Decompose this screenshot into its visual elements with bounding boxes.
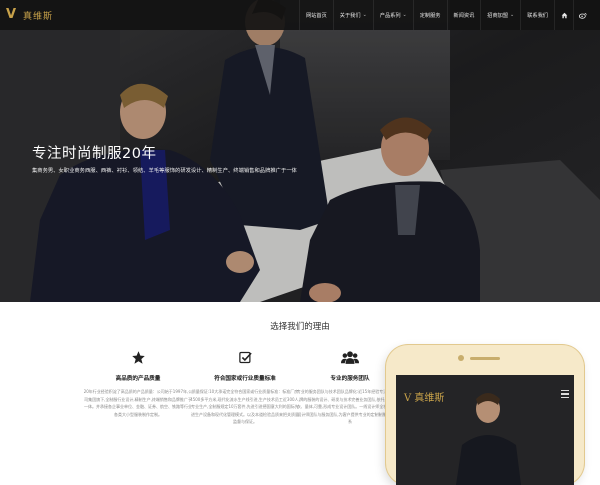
nav-item-home[interactable]: 网站首页 <box>299 0 333 30</box>
nav-label: 定制服务 <box>419 12 441 19</box>
chevron-down-icon: ⌄ <box>362 12 367 18</box>
nav-label: 产品系列 <box>379 12 401 19</box>
phone-camera <box>458 355 464 361</box>
feature-title: 符合国家或行业质量标准 <box>214 376 276 382</box>
weibo-icon-button[interactable] <box>573 0 592 30</box>
feature-quality: 高品质的产品质量 20年行业经验积淀了高品质的产品质量：公司始于1997年,公司… <box>83 350 193 418</box>
nav-item-custom[interactable]: 定制服务 <box>412 0 447 30</box>
chevron-down-icon: ⌄ <box>402 12 407 18</box>
hero-subline: 集商务男、女职业商务西服、西裤、衬衫、领结、羊毛等服饰的研发设计、精制生产、终端… <box>32 168 297 174</box>
team-icon <box>341 351 359 364</box>
nav-label: 网站首页 <box>306 12 327 19</box>
phone-speaker <box>470 357 500 360</box>
logo-text: 真维斯 <box>23 11 54 22</box>
phone-mockup: V 真维斯 <box>386 345 584 485</box>
main-nav: 网站首页 关于我们 ⌄ 产品系列 ⌄ 定制服务 新闻资讯 招商加盟 ⌄ 联系我们 <box>299 0 592 30</box>
phone-logo: V 真维斯 <box>404 389 444 404</box>
check-icon <box>238 351 252 364</box>
phone-logo-text: 真维斯 <box>414 393 445 404</box>
nav-item-contact[interactable]: 联系我们 <box>520 0 554 30</box>
nav-label: 招商加盟 <box>487 12 509 19</box>
site-logo[interactable]: V 真维斯 <box>6 7 53 23</box>
logo-v-icon: V <box>404 393 412 404</box>
logo-v-icon: V <box>6 7 17 22</box>
nav-item-news[interactable]: 新闻资讯 <box>446 0 481 30</box>
chevron-down-icon: ⌄ <box>510 12 515 18</box>
hero-headline: 专注时尚制服20年 <box>32 146 157 162</box>
nav-item-franchise[interactable]: 招商加盟 ⌄ <box>480 0 520 30</box>
star-icon <box>131 351 145 364</box>
home-icon-button[interactable] <box>554 0 573 30</box>
feature-desc: 20年行业经验积淀了高品质的产品质量：公司始于1997年,公司集团旗下,全制服行… <box>83 389 193 417</box>
feature-title: 高品质的产品质量 <box>115 376 161 382</box>
phone-screen: V 真维斯 <box>396 375 574 485</box>
feature-standard: 符合国家或行业质量标准 质量保证:10大承诺完全符合国家或行业质量标准：标准厂房… <box>190 350 300 426</box>
home-icon <box>561 12 567 18</box>
section-title: 选择我们的理由 <box>270 322 330 332</box>
nav-label: 联系我们 <box>527 12 548 19</box>
nav-label: 关于我们 <box>339 12 361 19</box>
hero-banner: 专注时尚制服20年 集商务男、女职业商务西服、西裤、衬衫、领结、羊毛等服饰的研发… <box>0 0 600 302</box>
top-navbar: V 真维斯 网站首页 关于我们 ⌄ 产品系列 ⌄ 定制服务 新闻资讯 招商加盟 ⌄ 联… <box>0 0 600 30</box>
nav-label: 新闻资讯 <box>453 12 475 19</box>
nav-item-products[interactable]: 产品系列 ⌄ <box>372 0 413 30</box>
nav-item-about[interactable]: 关于我们 ⌄ <box>332 0 373 30</box>
hamburger-menu-icon[interactable] <box>556 385 574 403</box>
feature-desc: 质量保证:10大承诺完全符合国家或行业质量标准：标准厂房4500多平方米,现代化… <box>190 389 300 424</box>
weibo-icon <box>579 12 587 19</box>
